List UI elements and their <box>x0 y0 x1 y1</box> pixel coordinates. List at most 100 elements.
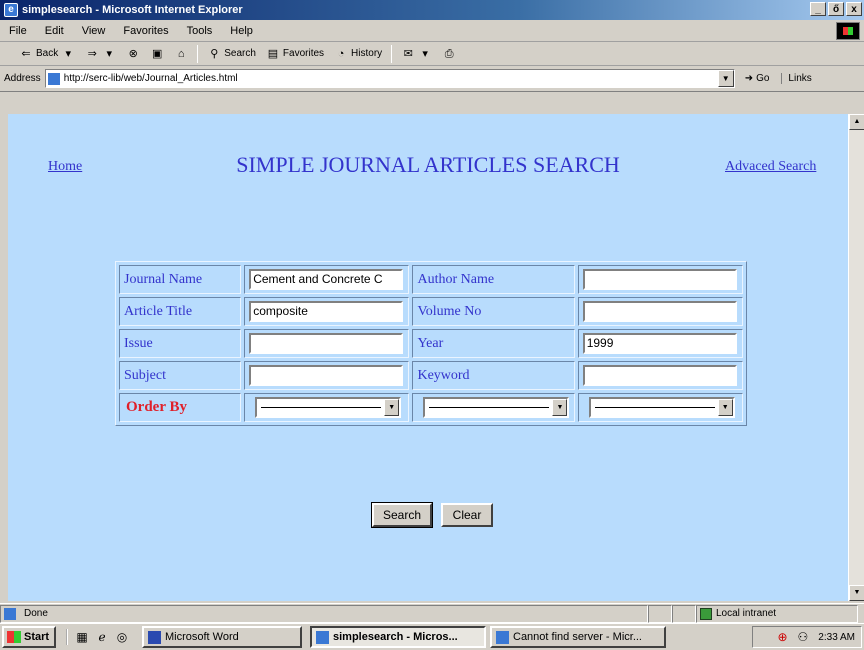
minimize-button[interactable]: _ <box>810 2 826 16</box>
ie-page-icon <box>316 630 329 644</box>
mail-button[interactable]: ✉ ▾ <box>396 47 437 61</box>
volume-no-field[interactable] <box>582 301 737 322</box>
page-done-icon <box>4 607 16 620</box>
history-label: History <box>351 48 383 59</box>
menu-file[interactable]: File <box>0 25 36 37</box>
search-button[interactable]: ⚲ Search <box>202 47 261 61</box>
table-row: Order By ▼ ▼ ▼ <box>119 393 743 422</box>
address-label: Address <box>4 73 41 84</box>
maximize-button[interactable]: ő <box>828 2 844 16</box>
outlook-launch-icon[interactable]: ◎ <box>114 629 130 645</box>
scroll-up-button[interactable]: ▲ <box>849 114 864 130</box>
print-button[interactable]: ⎙ <box>437 47 461 61</box>
subject-label: Subject <box>119 361 242 390</box>
home-button[interactable]: ⌂ <box>169 47 193 61</box>
ie-launch-icon[interactable]: ℯ <box>94 629 110 645</box>
chevron-down-icon: ▾ <box>422 47 428 60</box>
article-title-field[interactable]: composite <box>249 301 404 322</box>
taskbar: Start ▦ ℯ ◎ Microsoft Word simplesearch … <box>0 623 864 650</box>
select-placeholder-line <box>261 407 382 408</box>
taskbar-item-cannot-find-server[interactable]: Cannot find server - Micr... <box>490 626 666 648</box>
chevron-down-icon[interactable]: ▼ <box>552 399 568 416</box>
article-title-label: Article Title <box>119 297 242 326</box>
stop-icon: ⊗ <box>128 47 138 60</box>
go-arrow-icon: ➜ <box>744 73 754 84</box>
forward-button[interactable]: ⇒ ▾ <box>80 47 121 61</box>
history-icon: ◔ <box>337 47 345 60</box>
issue-field[interactable] <box>249 333 404 354</box>
chevron-down-icon: ▾ <box>106 47 112 60</box>
links-button[interactable]: Links <box>781 73 812 84</box>
chevron-down-icon: ▾ <box>65 47 71 60</box>
stop-button[interactable]: ⊗ <box>121 47 145 61</box>
intranet-zone-icon <box>700 607 712 620</box>
start-label: Start <box>24 631 50 643</box>
chevron-down-icon[interactable]: ▼ <box>384 399 400 416</box>
menu-favorites[interactable]: Favorites <box>114 25 177 37</box>
security-zone: Local intranet <box>696 604 858 623</box>
title-bar: e simplesearch - Microsoft Internet Expl… <box>0 0 864 20</box>
network-icon[interactable]: ⚇ <box>798 630 809 644</box>
start-button[interactable]: Start <box>2 626 56 648</box>
content-top-border <box>0 92 864 114</box>
table-row: Article Title composite Volume No <box>119 297 743 326</box>
menu-view[interactable]: View <box>73 25 115 37</box>
show-desktop-icon[interactable]: ▦ <box>74 629 90 645</box>
journal-name-label: Journal Name <box>119 265 242 294</box>
search-label: Search <box>224 48 256 59</box>
menu-help[interactable]: Help <box>221 25 262 37</box>
home-icon: ⌂ <box>177 47 185 60</box>
window-controls: _ ő x <box>810 2 862 16</box>
tray-app-icon[interactable]: ⊕ <box>777 630 787 644</box>
menu-edit[interactable]: Edit <box>36 25 73 37</box>
page-title: SIMPLE JOURNAL ARTICLES SEARCH <box>236 152 620 177</box>
search-submit-button[interactable]: Search <box>371 502 433 528</box>
refresh-icon: ▣ <box>152 47 163 60</box>
author-name-field[interactable] <box>582 269 737 290</box>
search-form-table: Journal Name Cement and Concrete C Autho… <box>115 261 747 426</box>
order-by-select-1[interactable]: ▼ <box>255 397 402 418</box>
window-title: simplesearch - Microsoft Internet Explor… <box>22 4 243 16</box>
vertical-scrollbar[interactable]: ▲ ▼ <box>848 114 864 601</box>
address-dropdown-button[interactable]: ▼ <box>717 70 734 87</box>
back-button[interactable]: ⇐ Back ▾ <box>14 47 80 61</box>
toolbar-separator <box>197 44 199 63</box>
search-icon: ⚲ <box>210 47 219 60</box>
volume-no-label: Volume No <box>412 297 575 326</box>
favorites-button[interactable]: ▤ Favorites <box>261 47 329 61</box>
favorites-label: Favorites <box>282 48 325 59</box>
clear-button[interactable]: Clear <box>441 503 493 527</box>
status-bar: Done Local intranet <box>0 603 864 623</box>
select-placeholder-line <box>594 407 715 408</box>
go-button[interactable]: ➜ Go <box>745 73 770 84</box>
order-by-select-2[interactable]: ▼ <box>423 397 570 418</box>
zone-label: Local intranet <box>716 608 777 619</box>
ie-page-icon <box>496 630 509 644</box>
refresh-button[interactable]: ▣ <box>145 47 169 61</box>
status-text-cell: Done <box>0 604 648 623</box>
subject-field[interactable] <box>249 365 404 386</box>
mail-icon: ✉ <box>403 47 413 60</box>
chevron-down-icon[interactable]: ▼ <box>717 399 733 416</box>
taskbar-item-word[interactable]: Microsoft Word <box>142 626 302 648</box>
year-field[interactable]: 1999 <box>582 333 737 354</box>
menu-tools[interactable]: Tools <box>178 25 222 37</box>
back-arrow-icon: ⇐ <box>21 47 31 60</box>
scroll-down-button[interactable]: ▼ <box>849 585 864 601</box>
close-button[interactable]: x <box>846 2 862 16</box>
print-icon: ⎙ <box>444 47 454 60</box>
address-bar: Address http://serc-lib/web/Journal_Arti… <box>0 66 864 92</box>
back-label: Back <box>36 48 59 59</box>
quick-launch: ▦ ℯ ◎ <box>66 629 130 645</box>
history-button[interactable]: ◔ History <box>329 47 387 61</box>
task-label: Cannot find server - Micr... <box>513 631 642 643</box>
address-input[interactable]: http://serc-lib/web/Journal_Articles.htm… <box>44 69 735 88</box>
taskbar-item-simplesearch[interactable]: simplesearch - Micros... <box>310 626 486 648</box>
advanced-search-link[interactable]: Advaced Search <box>725 159 816 175</box>
word-icon <box>148 630 161 644</box>
menu-bar: File Edit View Favorites Tools Help <box>0 20 864 42</box>
page-content: Home SIMPLE JOURNAL ARTICLES SEARCH Adva… <box>8 114 848 601</box>
order-by-select-3[interactable]: ▼ <box>588 397 735 418</box>
keyword-field[interactable] <box>582 365 737 386</box>
journal-name-field[interactable]: Cement and Concrete C <box>249 269 404 290</box>
